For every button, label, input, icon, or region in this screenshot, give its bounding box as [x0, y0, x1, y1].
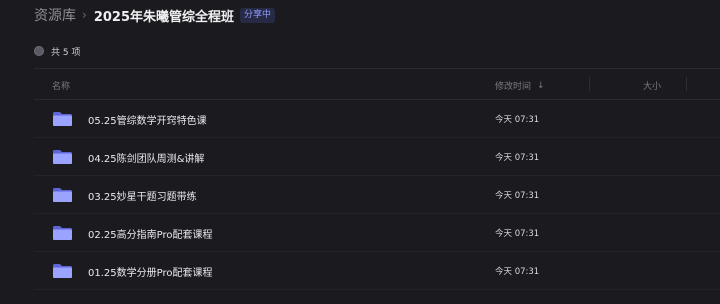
file-list: 05.25管综数学开窍特色课 今天 07:31 04.25陈剑团队周测&讲解 今…	[34, 100, 720, 290]
modified-time: 今天 07:31	[495, 229, 540, 239]
column-header-size[interactable]: 大小	[643, 79, 661, 92]
column-divider[interactable]	[686, 77, 687, 91]
sort-descending-icon: ↓	[537, 80, 545, 91]
column-header-modified-label: 修改时间	[495, 82, 532, 92]
modified-time: 今天 07:31	[495, 115, 540, 125]
page-title: 2025年朱曦管综全程班	[93, 9, 234, 25]
folder-icon	[53, 112, 72, 126]
folder-icon	[53, 188, 72, 202]
folder-icon	[53, 226, 72, 240]
column-header-modified[interactable]: 修改时间 ↓	[495, 79, 545, 93]
table-header: 名称 修改时间 ↓ 大小	[34, 68, 720, 100]
table-row[interactable]: 01.25数学分册Pro配套课程 今天 07:31	[34, 252, 720, 290]
table-row[interactable]: 05.25管综数学开窍特色课 今天 07:31	[34, 100, 720, 138]
file-name[interactable]: 04.25陈剑团队周测&讲解	[88, 150, 204, 165]
folder-icon	[53, 150, 72, 164]
table-row[interactable]: 02.25高分指南Pro配套课程 今天 07:31	[34, 214, 720, 252]
breadcrumb-root-link[interactable]: 资源库	[34, 5, 76, 25]
modified-time: 今天 07:31	[495, 267, 540, 277]
column-divider[interactable]	[589, 77, 590, 91]
chevron-right-icon: ›	[82, 8, 87, 22]
file-name[interactable]: 03.25妙星干题习题带练	[88, 188, 197, 203]
file-name[interactable]: 02.25高分指南Pro配套课程	[88, 226, 213, 241]
column-header-name[interactable]: 名称	[52, 79, 70, 92]
selection-summary: 共 5 项	[34, 44, 80, 58]
table-row[interactable]: 04.25陈剑团队周测&讲解 今天 07:31	[34, 138, 720, 176]
file-browser-page: 资源库 › 2025年朱曦管综全程班 分享中 共 5 项 名称 修改时间 ↓ 大…	[0, 0, 720, 304]
file-name[interactable]: 01.25数学分册Pro配套课程	[88, 264, 213, 279]
breadcrumb: 资源库 › 2025年朱曦管综全程班 分享中	[34, 4, 276, 26]
item-count: 共 5 项	[51, 47, 81, 58]
file-table: 名称 修改时间 ↓ 大小 05.25管综数学开窍特色课 今天 07:31 04.…	[34, 68, 720, 290]
table-row[interactable]: 03.25妙星干题习题带练 今天 07:31	[34, 176, 720, 214]
modified-time: 今天 07:31	[495, 191, 540, 201]
modified-time: 今天 07:31	[495, 153, 540, 163]
sharing-status-badge[interactable]: 分享中	[240, 7, 276, 23]
folder-icon	[53, 264, 72, 278]
file-name[interactable]: 05.25管综数学开窍特色课	[88, 112, 207, 127]
select-all-checkbox[interactable]	[34, 46, 44, 56]
